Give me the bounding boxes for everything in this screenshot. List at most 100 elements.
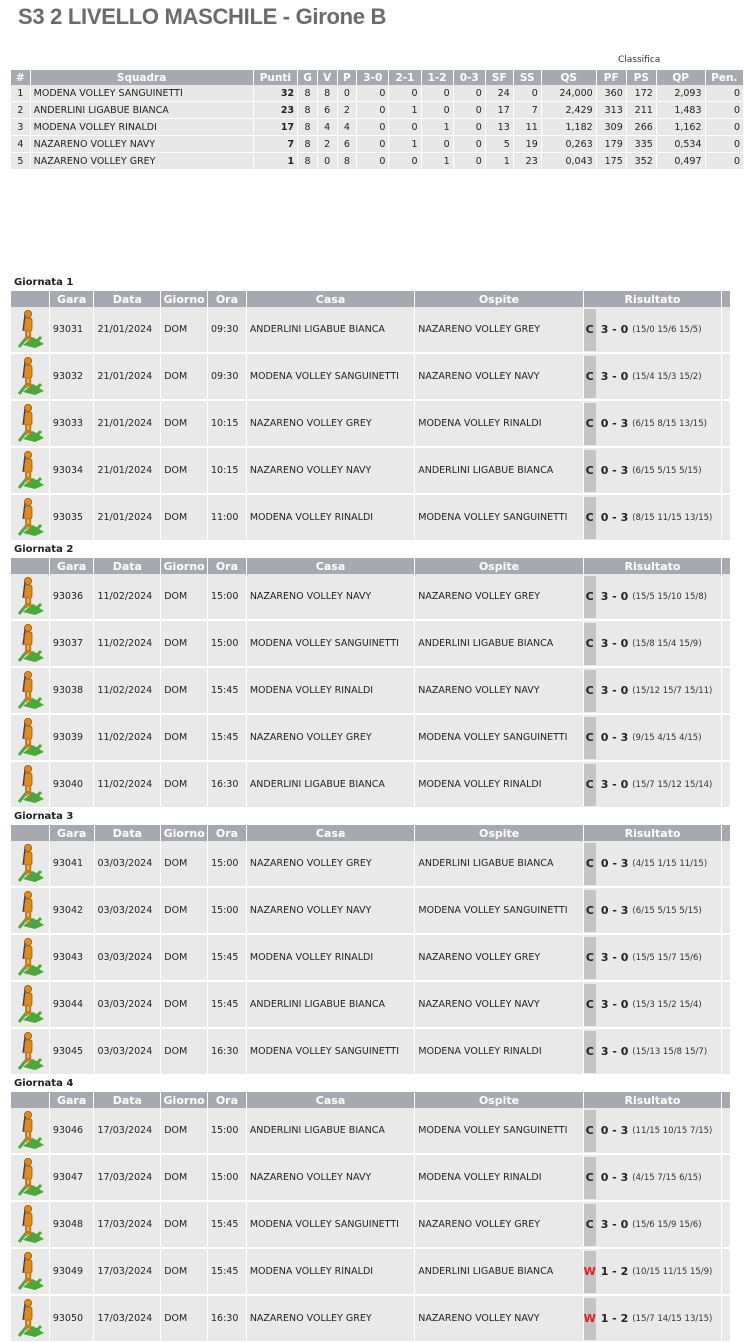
match-icon-cell[interactable]	[11, 574, 50, 621]
col-gara: Gara	[49, 825, 95, 841]
match-icon-cell[interactable]	[11, 934, 50, 982]
result-sets: (15/0 15/6 15/5)	[632, 324, 702, 335]
col-1-2: 1-2	[421, 70, 454, 85]
result-score: 3 - 0	[600, 370, 629, 383]
standings-cell: 1	[253, 152, 299, 170]
col-icon	[11, 825, 50, 841]
fixtures-header-row: Gara Data Giorno Ora Casa Ospite Risultato	[11, 1092, 731, 1108]
match-time: 09:30	[207, 307, 247, 354]
match-icon-cell[interactable]	[11, 1154, 50, 1202]
standings-cell: 1,182	[541, 118, 597, 136]
standings-cell: 266	[626, 118, 657, 136]
match-day: DOM	[160, 1108, 209, 1155]
standings-cell: 2	[337, 101, 358, 119]
match-icon-cell[interactable]	[11, 353, 50, 401]
match-icon-cell[interactable]	[11, 1295, 50, 1343]
match-icon-cell[interactable]	[11, 620, 50, 668]
standings-cell: 175	[596, 152, 627, 170]
result-score: 3 - 0	[600, 684, 629, 697]
standings-cell: 1	[485, 152, 514, 170]
match-result: C 0 - 3 (8/15 11/15 13/15)	[583, 494, 723, 542]
col-played: G	[297, 70, 318, 85]
match-time: 16:30	[207, 761, 247, 809]
result-score: 0 - 3	[600, 857, 629, 870]
match-date: 11/02/2024	[93, 761, 162, 809]
row-spacer	[721, 400, 731, 448]
col-risultato: Risultato	[583, 825, 723, 841]
col-set-ratio: QS	[541, 70, 597, 85]
match-gara: 93045	[49, 1028, 95, 1076]
match-day: DOM	[160, 574, 209, 621]
standings-cell: 8	[297, 118, 318, 136]
match-gara: 93042	[49, 887, 95, 935]
result-score: 0 - 3	[600, 464, 629, 477]
match-result: C 3 - 0 (15/5 15/10 15/8)	[583, 574, 723, 621]
result-flag: C	[583, 842, 596, 885]
match-icon-cell[interactable]	[11, 761, 50, 809]
match-row: 93046 17/03/2024 DOM 15:00 ANDERLINI LIG…	[11, 1108, 731, 1155]
standings-cell: 0,534	[656, 135, 706, 153]
match-row: 93031 21/01/2024 DOM 09:30 ANDERLINI LIG…	[11, 307, 731, 354]
match-icon-cell[interactable]	[11, 307, 50, 354]
match-time: 10:15	[207, 447, 247, 495]
col-ospite: Ospite	[414, 291, 584, 307]
match-icon-cell[interactable]	[11, 667, 50, 715]
match-day: DOM	[160, 353, 209, 401]
match-day: DOM	[160, 400, 209, 448]
round-label: Giornata 3	[14, 811, 74, 822]
match-row: 93039 11/02/2024 DOM 15:45 NAZARENO VOLL…	[11, 714, 731, 762]
standings-cell: 0	[453, 118, 486, 136]
match-day: DOM	[160, 667, 209, 715]
standings-cell: 0	[705, 118, 744, 136]
result-score: 3 - 0	[600, 590, 629, 603]
standings-cell: 1	[421, 152, 454, 170]
match-icon-cell[interactable]	[11, 1201, 50, 1249]
match-row: 93040 11/02/2024 DOM 16:30 ANDERLINI LIG…	[11, 761, 731, 809]
match-icon-cell[interactable]	[11, 1028, 50, 1076]
result-score: 1 - 2	[600, 1265, 629, 1278]
result-sets: (6/15 5/15 5/15)	[632, 905, 702, 916]
match-home-team: NAZARENO VOLLEY NAVY	[246, 447, 416, 495]
match-icon-cell[interactable]	[11, 1248, 50, 1296]
match-date: 17/03/2024	[93, 1295, 162, 1343]
col-sets-against: SS	[513, 70, 542, 85]
match-day: DOM	[160, 494, 209, 542]
match-time: 15:45	[207, 981, 247, 1029]
referee-figure-icon	[17, 498, 44, 536]
row-spacer	[721, 761, 731, 809]
match-home-team: ANDERLINI LIGABUE BIANCA	[246, 981, 416, 1029]
col-ospite: Ospite	[414, 558, 584, 574]
result-score: 3 - 0	[600, 1045, 629, 1058]
result-sets: (9/15 4/15 4/15)	[632, 732, 702, 743]
standings-cell: 8	[297, 85, 318, 102]
col-icon	[11, 291, 50, 307]
match-icon-cell[interactable]	[11, 1108, 50, 1155]
standings-cell: 0	[356, 85, 390, 102]
result-sets: (6/15 5/15 5/15)	[632, 465, 702, 476]
standings-cell: 0	[453, 85, 486, 102]
match-icon-cell[interactable]	[11, 887, 50, 935]
match-away-team: ANDERLINI LIGABUE BIANCA	[414, 447, 584, 495]
standings-cell: 309	[596, 118, 627, 136]
standings-cell: 0	[356, 118, 390, 136]
match-icon-cell[interactable]	[11, 494, 50, 542]
match-home-team: NAZARENO VOLLEY GREY	[246, 1295, 416, 1343]
match-gara: 93033	[49, 400, 95, 448]
match-away-team: MODENA VOLLEY SANGUINETTI	[414, 714, 584, 762]
standings-cell: 1	[11, 85, 31, 102]
match-icon-cell[interactable]	[11, 841, 50, 888]
referee-figure-icon	[17, 891, 44, 929]
match-icon-cell[interactable]	[11, 400, 50, 448]
match-icon-cell[interactable]	[11, 714, 50, 762]
match-home-team: MODENA VOLLEY SANGUINETTI	[246, 1201, 416, 1249]
referee-figure-icon	[17, 985, 44, 1023]
match-icon-cell[interactable]	[11, 447, 50, 495]
standings-cell: 0	[388, 85, 422, 102]
match-result: C 3 - 0 (15/8 15/4 15/9)	[583, 620, 723, 668]
match-home-team: ANDERLINI LIGABUE BIANCA	[246, 307, 416, 354]
col-casa: Casa	[246, 825, 416, 841]
standings-cell: 8	[297, 101, 318, 119]
page-title: S3 2 LIVELLO MASCHILE - Girone B	[18, 4, 387, 29]
match-gara: 93037	[49, 620, 95, 668]
match-icon-cell[interactable]	[11, 981, 50, 1029]
